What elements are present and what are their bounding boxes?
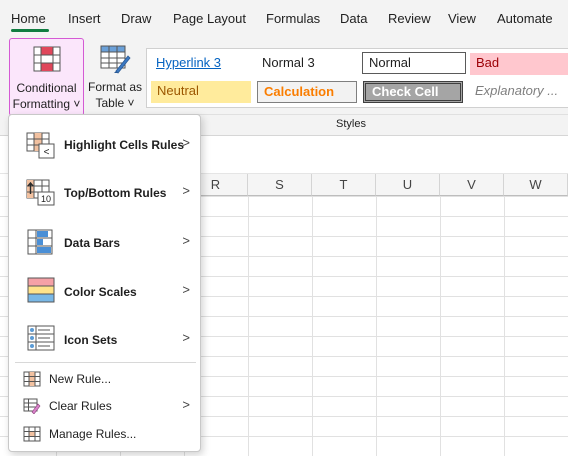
manage-rules-icon xyxy=(23,426,41,442)
menu-item-data-bars[interactable]: Data Bars > xyxy=(9,221,200,265)
chevron-right-icon: > xyxy=(182,233,190,248)
conditional-formatting-button[interactable]: Conditional Formatting ˅ xyxy=(9,38,84,116)
highlight-cells-rules-label: Highlight Cells Rules xyxy=(64,138,185,152)
format-as-table-button[interactable]: Format as Table ˅ xyxy=(86,38,144,116)
column-header-s[interactable]: S xyxy=(248,174,312,196)
style-explanatory[interactable]: Explanatory ... xyxy=(469,81,568,103)
chevron-right-icon: > xyxy=(182,330,190,345)
tab-formulas[interactable]: Formulas xyxy=(266,11,320,26)
menu-item-clear-rules[interactable]: Clear Rules > xyxy=(9,394,200,418)
color-scales-icon xyxy=(27,277,55,303)
tab-data[interactable]: Data xyxy=(340,11,367,26)
chevron-right-icon: > xyxy=(182,183,190,198)
styles-group-label: Styles xyxy=(336,118,366,130)
chevron-right-icon: > xyxy=(182,282,190,297)
top-ten-number: 10 xyxy=(41,194,51,204)
style-hyperlink-3[interactable]: Hyperlink 3 xyxy=(150,53,250,75)
cell-styles-gallery: Hyperlink 3 Normal 3 Normal Bad Neutral … xyxy=(146,48,568,108)
tab-review[interactable]: Review xyxy=(388,11,431,26)
icon-sets-icon xyxy=(27,325,55,351)
column-header-v[interactable]: V xyxy=(440,174,504,196)
column-header-u[interactable]: U xyxy=(376,174,440,196)
tab-insert[interactable]: Insert xyxy=(68,11,101,26)
data-bars-label: Data Bars xyxy=(64,236,121,250)
less-than-symbol: < xyxy=(44,147,50,158)
color-scales-label: Color Scales xyxy=(64,285,137,299)
menu-item-new-rule[interactable]: New Rule... xyxy=(9,367,200,391)
tab-automate[interactable]: Automate xyxy=(497,11,553,26)
ribbon-tab-bar: Home Insert Draw Page Layout Formulas Da… xyxy=(0,0,568,34)
style-normal-3[interactable]: Normal 3 xyxy=(256,53,356,75)
menu-divider xyxy=(15,362,196,363)
tab-page-layout[interactable]: Page Layout xyxy=(173,11,246,26)
format-as-table-label-line2: Table ˅ xyxy=(95,96,135,110)
clear-rules-label: Clear Rules xyxy=(49,399,112,413)
chevron-down-icon: ˅ xyxy=(127,96,135,110)
menu-item-icon-sets[interactable]: Icon Sets > xyxy=(9,317,200,361)
column-header-t[interactable]: T xyxy=(312,174,376,196)
data-bars-icon xyxy=(27,229,53,255)
chevron-down-icon: ˅ xyxy=(73,97,81,111)
new-rule-icon xyxy=(23,371,41,387)
ribbon-group-divider xyxy=(146,114,568,115)
menu-item-highlight-cells-rules[interactable]: < Highlight Cells Rules > xyxy=(9,123,200,167)
menu-item-color-scales[interactable]: Color Scales > xyxy=(9,269,200,313)
tab-draw[interactable]: Draw xyxy=(121,11,151,26)
chevron-right-icon: > xyxy=(182,135,190,150)
conditional-formatting-menu: < Highlight Cells Rules > 10 Top/Bottom … xyxy=(8,114,201,452)
style-check-cell[interactable]: Check Cell xyxy=(363,81,463,103)
new-rule-label: New Rule... xyxy=(49,372,112,386)
tab-home[interactable]: Home xyxy=(11,11,46,26)
style-bad[interactable]: Bad xyxy=(470,53,568,75)
clear-rules-icon xyxy=(23,398,41,414)
conditional-formatting-icon xyxy=(33,46,61,72)
style-calculation[interactable]: Calculation xyxy=(257,81,357,103)
column-header-w[interactable]: W xyxy=(504,174,568,196)
highlight-cells-rules-icon: < xyxy=(26,132,55,159)
manage-rules-label: Manage Rules... xyxy=(49,427,137,441)
style-normal[interactable]: Normal xyxy=(362,52,466,74)
format-as-table-icon xyxy=(100,45,131,74)
icon-sets-label: Icon Sets xyxy=(64,333,118,347)
chevron-right-icon: > xyxy=(182,397,190,412)
style-neutral[interactable]: Neutral xyxy=(151,81,251,103)
top-bottom-rules-label: Top/Bottom Rules xyxy=(64,186,167,200)
active-tab-indicator xyxy=(11,29,49,32)
tab-view[interactable]: View xyxy=(448,11,476,26)
conditional-formatting-label-line2: Formatting ˅ xyxy=(12,97,81,111)
menu-item-manage-rules[interactable]: Manage Rules... xyxy=(9,422,200,446)
conditional-formatting-label-line1: Conditional xyxy=(16,81,77,95)
format-as-table-label-line1: Format as xyxy=(87,80,142,94)
top-bottom-rules-icon: 10 xyxy=(26,179,55,206)
menu-item-top-bottom-rules[interactable]: 10 Top/Bottom Rules > xyxy=(9,171,200,215)
